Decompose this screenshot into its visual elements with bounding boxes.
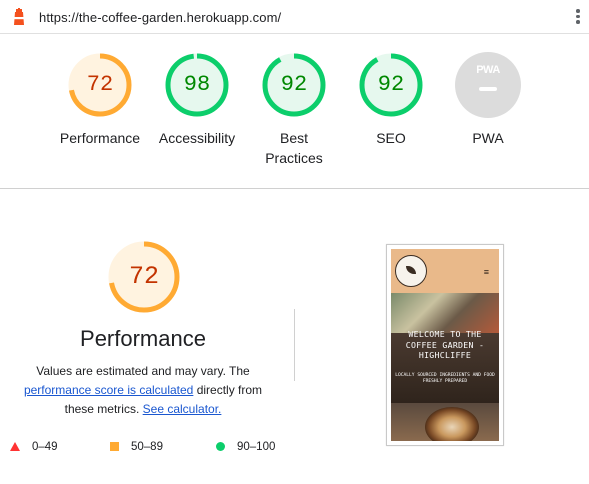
legend-fail: 0–49	[10, 440, 58, 454]
performance-main-score: 72	[128, 262, 159, 291]
gauge-best-practices[interactable]: 92 Best Practices	[244, 52, 344, 168]
gauge-best-practices-score: 92	[280, 72, 308, 97]
gauge-performance-score: 72	[86, 72, 114, 97]
gauge-accessibility-score: 98	[183, 72, 211, 97]
page-url: https://the-coffee-garden.herokuapp.com/	[39, 10, 282, 25]
gauge-pwa[interactable]: PWA PWA	[438, 52, 538, 148]
latte-cup-image	[425, 407, 479, 441]
screenshot-welcome-heading: WELCOME TO THE COFFEE GARDEN - HIGHCLIFF…	[405, 329, 485, 360]
gauge-accessibility-label: Accessibility	[158, 130, 236, 146]
gauge-accessibility[interactable]: 98 Accessibility	[147, 52, 247, 148]
desc-prefix: Values are estimated and may vary. The	[36, 364, 250, 378]
gauge-performance-label: Performance	[59, 130, 141, 146]
gauge-seo-label: SEO	[376, 130, 406, 146]
screenshot-garden-bg	[391, 293, 499, 333]
vertical-divider	[294, 309, 295, 381]
section-divider	[0, 188, 589, 189]
address-bar: https://the-coffee-garden.herokuapp.com/	[0, 0, 589, 34]
screenshot-image: ≡ WELCOME TO THE COFFEE GARDEN - HIGHCLI…	[391, 249, 499, 441]
screenshot-header: ≡	[391, 249, 499, 293]
pwa-badge-icon: PWA	[455, 52, 521, 118]
see-calculator-link[interactable]: See calculator.	[143, 402, 222, 416]
pwa-na-dash	[479, 87, 497, 91]
coffee-garden-logo-icon	[395, 255, 427, 287]
triangle-fail-icon	[10, 442, 20, 452]
hamburger-menu-icon: ≡	[483, 267, 489, 277]
lighthouse-icon	[14, 8, 24, 25]
legend-fail-range: 0–49	[32, 441, 58, 453]
performance-score-link[interactable]: performance score is calculated	[24, 383, 193, 397]
screenshot-tagline: LOCALLY SOURCED INGREDIENTS AND FOOD FRE…	[395, 373, 495, 384]
gauge-best-practices-label: Best Practices	[265, 130, 323, 166]
page-screenshot-thumbnail[interactable]: ≡ WELCOME TO THE COFFEE GARDEN - HIGHCLI…	[386, 244, 504, 446]
performance-description: Values are estimated and may vary. The p…	[10, 362, 276, 419]
kebab-menu-icon[interactable]	[575, 9, 581, 25]
legend-pass: 90–100	[216, 440, 275, 454]
legend-average-range: 50–89	[131, 441, 163, 453]
pwa-badge-text: PWA	[476, 64, 500, 76]
gauge-pwa-label: PWA	[472, 130, 504, 146]
gauge-seo-score: 92	[377, 72, 405, 97]
legend-average: 50–89	[110, 440, 163, 454]
legend-pass-range: 90–100	[237, 441, 276, 453]
gauge-seo[interactable]: 92 SEO	[341, 52, 441, 148]
circle-pass-icon	[216, 442, 225, 452]
performance-title: Performance	[80, 326, 206, 351]
gauge-performance[interactable]: 72 Performance	[50, 52, 150, 148]
square-average-icon	[110, 442, 119, 452]
performance-main-gauge: 72	[107, 240, 181, 314]
